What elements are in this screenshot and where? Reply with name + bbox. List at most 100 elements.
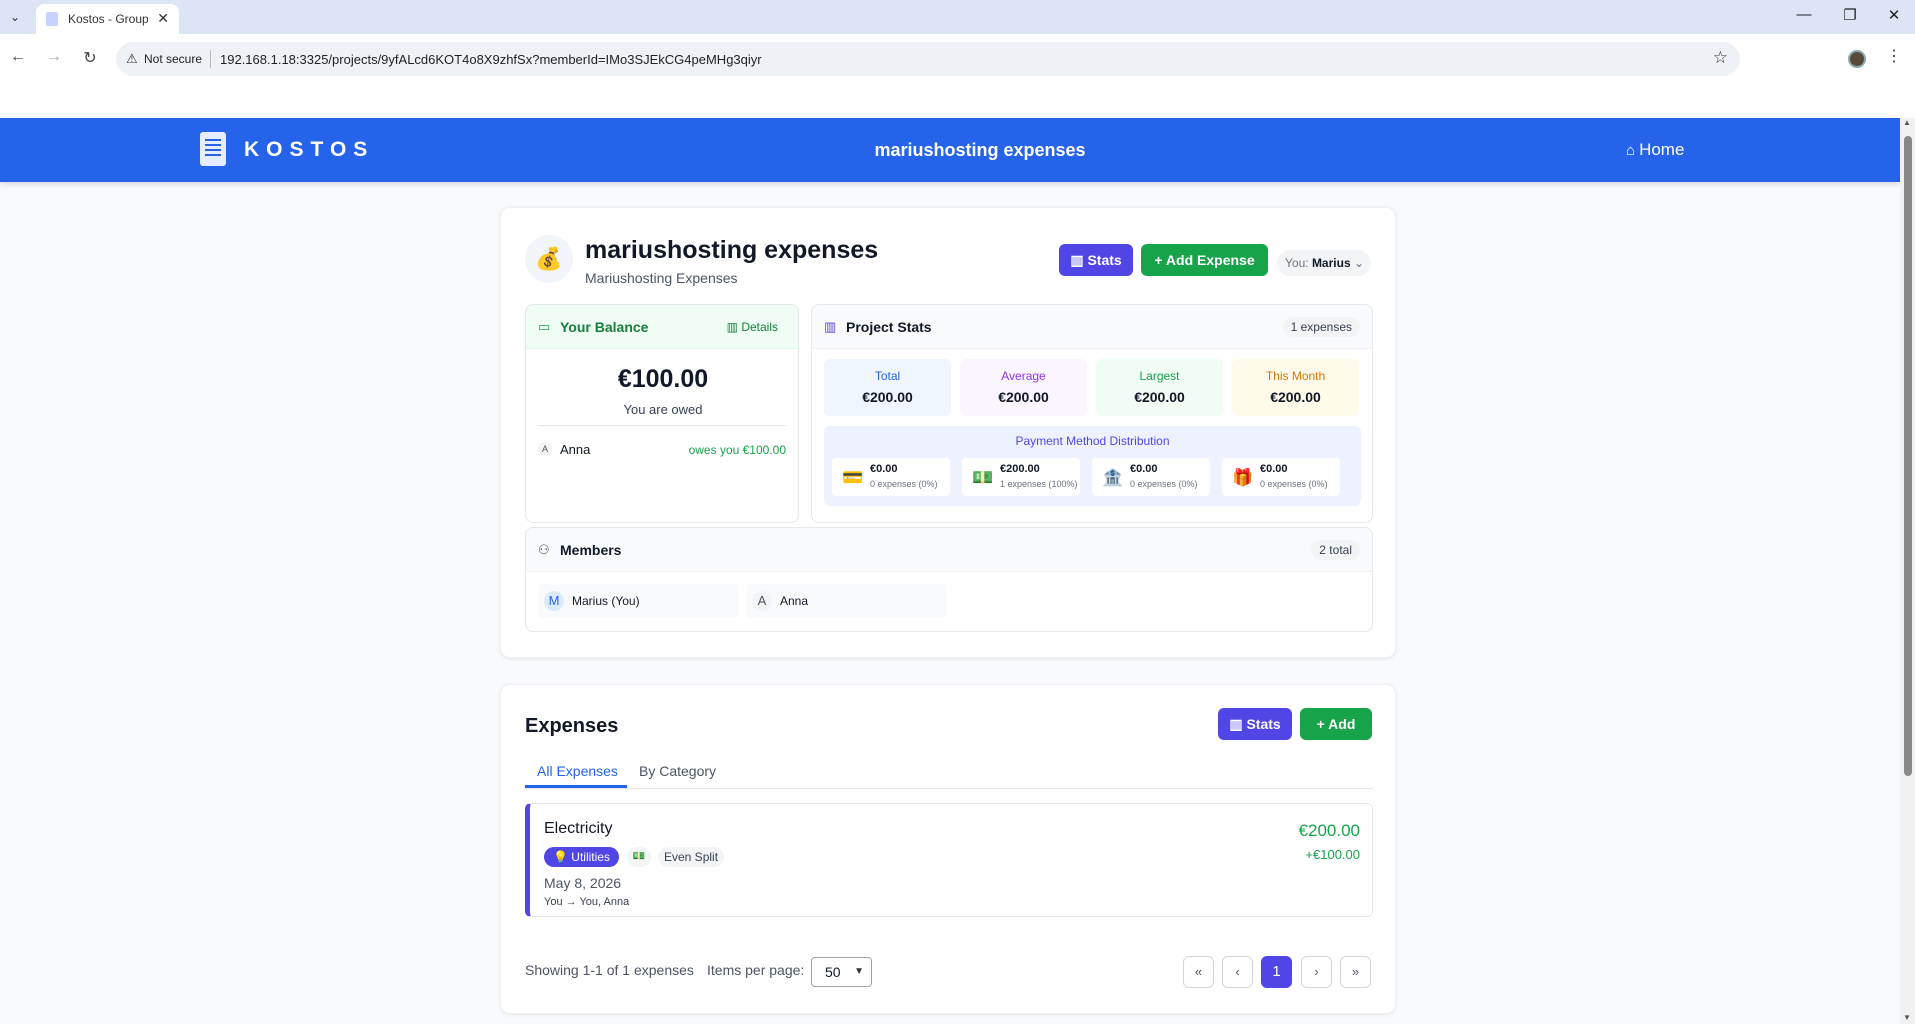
add-expense-button[interactable]: + Add Expense	[1141, 244, 1268, 276]
payment-method-gift: 🎁 €0.00 0 expenses (0%)	[1222, 458, 1340, 496]
minimize-icon[interactable]: —	[1794, 6, 1814, 23]
tab-close-icon[interactable]: ✕	[157, 10, 169, 27]
stat-value: €200.00	[862, 389, 913, 405]
expense-name: Electricity	[544, 820, 613, 837]
stat-total: Total €200.00	[824, 359, 951, 416]
tab-title: Kostos - Group	[68, 12, 148, 26]
items-per-page-select[interactable]: 50 ▼	[811, 957, 872, 987]
expenses-card: Expenses ▥ Stats + Add All Expenses By C…	[500, 684, 1396, 1014]
stats-button[interactable]: ▥ Stats	[1059, 244, 1133, 276]
expenses-stats-button[interactable]: ▥ Stats	[1218, 708, 1292, 740]
omnibox-divider	[210, 50, 211, 68]
member-avatar: A	[752, 591, 772, 611]
payment-method-value: €0.00	[1260, 463, 1288, 475]
chevron-down-icon: ⌄	[1353, 256, 1365, 270]
first-page-button[interactable]: «	[1183, 956, 1214, 988]
payment-method-sub: 0 expenses (0%)	[870, 479, 938, 489]
favicon-icon	[46, 12, 58, 26]
browser-tab[interactable]: Kostos - Group ✕	[36, 4, 179, 34]
payment-method-sub: 0 expenses (0%)	[1260, 479, 1328, 489]
chevron-right-icon: ›	[1314, 964, 1319, 979]
scroll-up-icon[interactable]: ▲	[1903, 118, 1911, 127]
reload-icon[interactable]: ↻	[80, 48, 100, 68]
page-button-current[interactable]: 1	[1261, 956, 1292, 988]
payment-method-value: €0.00	[870, 463, 898, 475]
scroll-down-icon[interactable]: ▼	[1903, 1013, 1911, 1022]
expense-count-badge: 1 expenses	[1282, 317, 1360, 337]
stat-label: This Month	[1265, 369, 1326, 383]
stats-title: Project Stats	[846, 319, 932, 335]
you-name: Marius	[1311, 256, 1351, 270]
browser-menu-icon[interactable]: ⋮	[1886, 46, 1902, 66]
expense-item[interactable]: Electricity 💡 Utilities 💵 Even Split May…	[525, 803, 1373, 917]
home-label: Home	[1639, 140, 1685, 159]
url-text[interactable]: 192.168.1.18:3325/projects/9yfALcd6KOT4o…	[220, 52, 762, 67]
split-badge: Even Split	[658, 847, 725, 867]
security-label[interactable]: Not secure	[144, 52, 202, 66]
bookmark-star-icon[interactable]: ☆	[1713, 48, 1728, 68]
details-label: Details	[741, 320, 778, 334]
items-per-page-label: Items per page:	[707, 962, 805, 978]
bar-chart-icon: ▥	[824, 319, 837, 334]
bar-chart-icon: ▥	[1229, 716, 1247, 732]
payment-method-cash: 💵 €200.00 1 expenses (100%)	[962, 458, 1080, 496]
tab-all-expenses[interactable]: All Expenses	[537, 763, 618, 779]
stat-value: €200.00	[1270, 389, 1321, 405]
current-member-select[interactable]: You: Marius ⌄	[1277, 250, 1371, 276]
previous-page-button[interactable]: ‹	[1222, 956, 1253, 988]
debtor-avatar: A	[538, 442, 552, 456]
member-item[interactable]: M Marius (You)	[538, 584, 738, 618]
debtor-name: Anna	[560, 442, 591, 457]
page-scrollbar[interactable]: ▲ ▼	[1900, 118, 1915, 1024]
back-icon[interactable]: ←	[8, 48, 28, 66]
project-description: Mariushosting Expenses	[585, 270, 738, 286]
forward-icon[interactable]: →	[44, 48, 64, 66]
pagination-summary: Showing 1-1 of 1 expenses	[525, 962, 694, 978]
stat-average: Average €200.00	[960, 359, 1087, 416]
expense-participants: You → You, Anna	[544, 896, 630, 908]
payment-method-value: €200.00	[1000, 463, 1040, 475]
member-item[interactable]: A Anna	[746, 584, 946, 618]
payment-method-title: Payment Method Distribution	[1015, 434, 1170, 448]
expenses-title: Expenses	[525, 715, 619, 737]
expense-amount: €200.00	[1298, 821, 1360, 840]
balance-amount: €100.00	[617, 365, 709, 393]
profile-avatar-icon[interactable]	[1848, 50, 1866, 68]
debt-amount: owes you €100.00	[688, 443, 786, 457]
expense-tabs: All Expenses By Category	[525, 757, 1373, 789]
browser-toolbar: ← → ↻ ⚠ Not secure 192.168.1.18:3325/pro…	[0, 34, 1915, 118]
payment-method-sub: 0 expenses (0%)	[1130, 479, 1198, 489]
restore-icon[interactable]: ❐	[1840, 6, 1860, 24]
expense-date: May 8, 2026	[544, 875, 622, 891]
payment-method-sub: 1 expenses (100%)	[1000, 479, 1078, 489]
add-button[interactable]: + Add	[1300, 708, 1372, 740]
stats-button-label: Stats	[1087, 252, 1122, 268]
warning-icon: ⚠	[126, 51, 138, 66]
add-expense-label: Add Expense	[1165, 252, 1255, 268]
last-page-button[interactable]: »	[1340, 956, 1371, 988]
cash-icon: 💵	[972, 468, 994, 487]
balance-details-link[interactable]: ▥ Details	[727, 320, 778, 334]
members-header: ⚇ Members 2 total	[526, 528, 1372, 572]
member-name: Marius (You)	[572, 594, 640, 608]
scrollbar-thumb[interactable]	[1904, 136, 1912, 776]
tab-by-category[interactable]: By Category	[639, 763, 716, 779]
balance-panel: ▭ Your Balance ▥ Details €100.00 You are…	[525, 304, 799, 523]
users-icon: ⚇	[538, 542, 550, 557]
home-link[interactable]: ⌂ Home	[1626, 140, 1684, 160]
expenses-stats-label: Stats	[1246, 716, 1281, 732]
wallet-icon: ▭	[538, 319, 551, 334]
address-bar[interactable]: ⚠ Not secure 192.168.1.18:3325/projects/…	[116, 42, 1740, 76]
items-per-page-value: 50	[825, 964, 841, 980]
next-page-button[interactable]: ›	[1301, 956, 1332, 988]
member-count-badge: 2 total	[1311, 540, 1360, 560]
project-name: mariushosting expenses	[585, 236, 879, 264]
app-header: KOSTOS mariushosting expenses ⌂ Home	[0, 118, 1900, 182]
window-close-icon[interactable]: ✕	[1884, 6, 1904, 24]
chevron-down-icon: ▼	[854, 966, 864, 977]
tab-search-icon[interactable]: ⌄	[6, 8, 24, 26]
bar-chart-icon: ▥	[1070, 252, 1088, 268]
home-icon: ⌂	[1626, 142, 1636, 159]
money-bag-icon: 💰	[525, 235, 573, 283]
stat-value: €200.00	[1134, 389, 1185, 405]
